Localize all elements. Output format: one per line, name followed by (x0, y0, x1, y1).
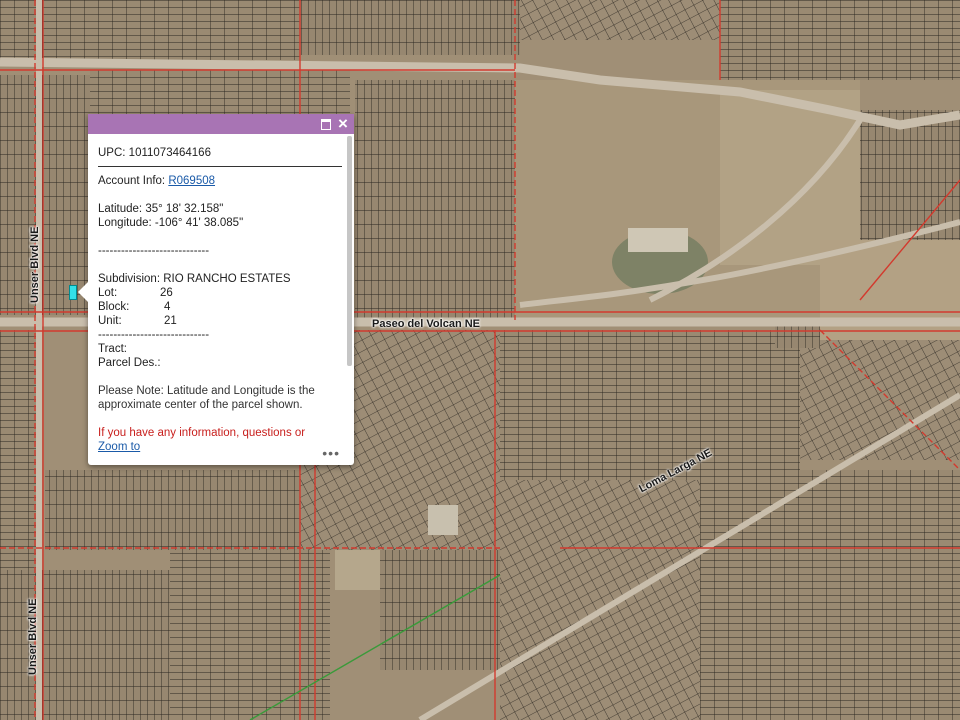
upc-title: UPC: 1011073464166 (98, 146, 342, 167)
more-options-icon[interactable]: ••• (322, 445, 340, 461)
selected-parcel-highlight[interactable] (69, 285, 77, 300)
lot-block-13 (0, 570, 170, 720)
info-request-text: If you have any information, questions o… (98, 427, 306, 439)
account-info-row: Account Info: R069508 (98, 174, 342, 188)
lot-block-11 (500, 330, 800, 480)
road-label-unser-lower: Unser Blvd NE (27, 598, 39, 675)
lot-block-0 (0, 0, 300, 60)
lot-value: 26 (160, 287, 173, 299)
popup-content: UPC: 1011073464166 Account Info: R069508… (98, 146, 342, 456)
divider2-text: ----------------------------- (98, 329, 210, 341)
close-icon[interactable]: × (335, 115, 351, 132)
lot-block-16 (500, 480, 700, 720)
maximize-icon[interactable] (318, 116, 334, 132)
unit-row: Unit: 21 (98, 314, 342, 328)
subdivision-text: Subdivision: RIO RANCHO ESTATES (98, 273, 291, 285)
lot-block-17 (700, 470, 960, 720)
account-info-link[interactable]: R069508 (168, 175, 215, 187)
popup-scrollbar[interactable] (347, 136, 352, 366)
unit-value: 21 (164, 315, 177, 327)
lot-block-5 (90, 70, 350, 115)
unit-label: Unit: (98, 315, 122, 327)
lot-block-6 (355, 80, 515, 320)
account-info-label: Account Info: (98, 175, 169, 187)
open-lot-south (335, 550, 380, 590)
lot-block-8 (0, 330, 40, 570)
lot-block-1 (300, 0, 520, 55)
tract-label: Tract: (98, 343, 127, 355)
latitude-text: Latitude: 35° 18' 32.158" (98, 203, 224, 215)
building-south (428, 505, 458, 535)
block-value: 4 (164, 301, 171, 313)
divider-text: ----------------------------- (98, 245, 210, 257)
lat-long-note: Please Note: Latitude and Longitude is t… (98, 385, 315, 411)
zoom-to-link[interactable]: Zoom to (98, 441, 140, 453)
road-label-paseo-del-volcan: Paseo del Volcan NE (372, 318, 481, 330)
longitude-text: Longitude: -106° 41' 38.085" (98, 217, 244, 229)
school-building (628, 228, 688, 252)
parcel-des-label: Parcel Des.: (98, 357, 161, 369)
lot-block-2 (520, 0, 720, 40)
popup-header: × (88, 114, 354, 134)
lot-block-14 (170, 550, 330, 720)
parcel-info-popup: × UPC: 1011073464166 Account Info: R0695… (78, 114, 354, 465)
lot-block-4 (0, 75, 90, 315)
lot-label: Lot: (98, 287, 118, 299)
block-row: Block: 4 (98, 300, 342, 314)
lot-block-7 (860, 110, 960, 250)
lot-block-9 (45, 470, 305, 550)
road-label-unser-upper: Unser Blvd NE (29, 226, 41, 303)
block-label: Block: (98, 301, 130, 313)
lot-row: Lot: 26 (98, 286, 342, 300)
lot-block-3 (720, 0, 960, 80)
